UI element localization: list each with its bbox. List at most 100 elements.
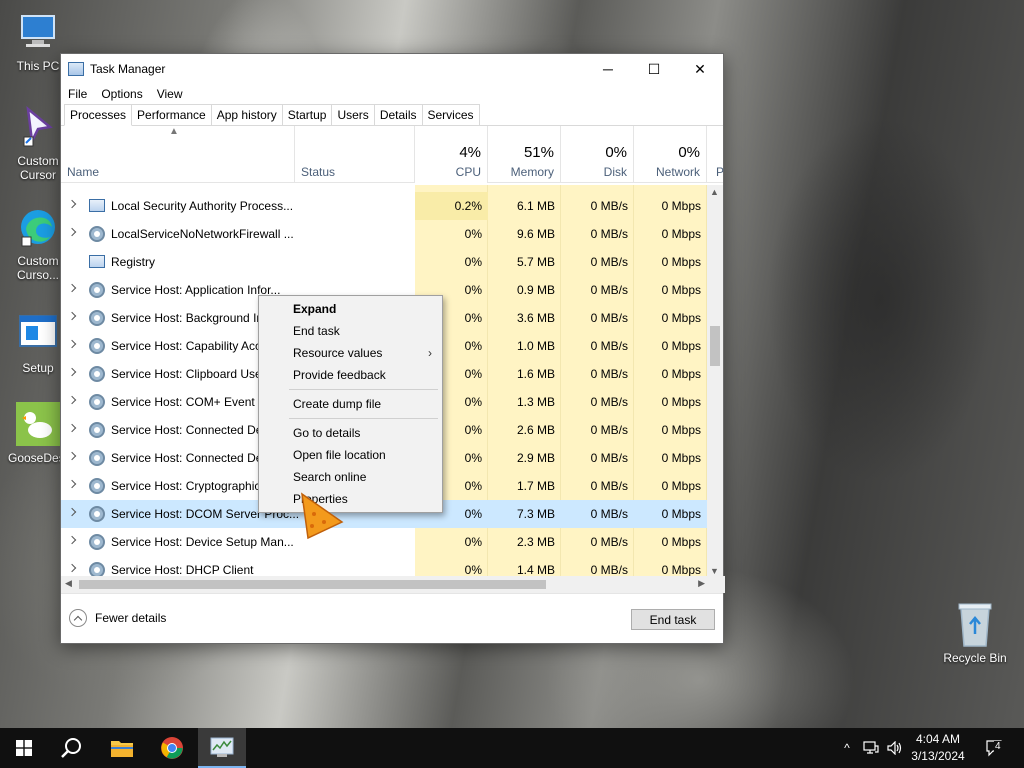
volume-icon[interactable]: [884, 728, 906, 768]
notification-center-button[interactable]: 4: [980, 728, 1010, 768]
cell-memory: 0.9 MB: [516, 283, 555, 297]
gear-icon: [89, 478, 105, 494]
expand-chevron-icon[interactable]: [67, 199, 77, 209]
file-explorer-button[interactable]: [98, 728, 146, 768]
tray-chevron-icon[interactable]: ^: [838, 728, 856, 768]
expand-chevron-icon[interactable]: [67, 283, 77, 293]
menu-item-expand[interactable]: Expand: [293, 299, 336, 319]
desktop-icon-recycle-bin[interactable]: Recycle Bin: [940, 600, 1010, 665]
cell-disk: 0 MB/s: [590, 395, 628, 409]
cell-cpu: 0%: [464, 227, 482, 241]
desktop-icon-label: Custom Curso...: [16, 254, 59, 282]
scroll-down-icon[interactable]: ▼: [710, 566, 719, 576]
desktop-icon-label: GooseDesk: [8, 451, 71, 465]
expand-chevron-icon[interactable]: [67, 311, 77, 321]
hscroll-thumb[interactable]: [79, 580, 546, 589]
close-button[interactable]: ✕: [677, 54, 723, 84]
column-network[interactable]: 0% Network: [634, 126, 707, 183]
tab-users[interactable]: Users: [331, 104, 375, 125]
expand-chevron-icon[interactable]: [67, 479, 77, 489]
search-button[interactable]: [48, 728, 96, 768]
process-name: Service Host: Device Setup Man...: [111, 535, 294, 549]
menu-item-open-file-location[interactable]: Open file location: [293, 445, 386, 465]
expand-chevron-icon[interactable]: [67, 395, 77, 405]
chrome-icon: [161, 737, 183, 759]
process-name: Service Host: DHCP Client: [111, 563, 254, 577]
cell-network: 0 Mbps: [661, 255, 701, 269]
vertical-scrollbar[interactable]: ▲ ▼: [707, 185, 723, 578]
menu-item-go-to-details[interactable]: Go to details: [293, 423, 360, 443]
tab-app-history[interactable]: App history: [210, 104, 283, 125]
table-row[interactable]: Service Host: Device Setup Man... 0% 2.3 M…: [61, 528, 709, 556]
cell-memory: 1.3 MB: [516, 395, 555, 409]
expand-chevron-icon[interactable]: [67, 507, 77, 517]
desktop-icon-goosedesk[interactable]: GooseDesk: [8, 402, 71, 465]
table-row[interactable]: Local Security Authority Process... 0.2% 6…: [61, 192, 709, 220]
start-button[interactable]: [0, 728, 48, 768]
column-status[interactable]: Status: [295, 126, 415, 183]
expand-chevron-icon[interactable]: [67, 451, 77, 461]
menu-item-end-task[interactable]: End task: [293, 321, 340, 341]
chrome-button[interactable]: [148, 728, 196, 768]
desktop-icon-label: Custom Cursor: [17, 154, 59, 182]
cell-disk: 0 MB/s: [590, 451, 628, 465]
expand-chevron-icon[interactable]: [67, 535, 77, 545]
table-row[interactable]: Registry 0% 5.7 MB 0 MB/s 0 Mbps: [61, 248, 709, 276]
menu-options[interactable]: Options: [100, 87, 149, 101]
cell-network: 0 Mbps: [661, 339, 701, 353]
desktop-icon-custom-cursor[interactable]: Custom Cursor: [8, 105, 68, 182]
process-name: Service Host: Cryptographic: [111, 479, 261, 493]
goose-icon: [16, 402, 60, 446]
menu-file[interactable]: File: [67, 87, 94, 101]
expand-chevron-icon[interactable]: [67, 563, 77, 573]
expand-chevron-icon[interactable]: [67, 423, 77, 433]
desktop-icon-setup[interactable]: Setup: [8, 312, 68, 375]
desktop-icon-this-pc[interactable]: This PC: [8, 10, 68, 73]
cell-disk: 0 MB/s: [590, 479, 628, 493]
tab-bar: Processes Performance App history Startu…: [61, 104, 723, 126]
column-name[interactable]: Name: [61, 126, 295, 183]
end-task-button[interactable]: End task: [631, 609, 715, 630]
cell-network: 0 Mbps: [661, 563, 701, 577]
cell-disk: 0 MB/s: [590, 563, 628, 577]
scroll-left-icon[interactable]: ◀: [65, 578, 72, 589]
horizontal-scrollbar[interactable]: ◀ ▶: [61, 576, 725, 593]
table-row[interactable]: LocalServiceNoNetworkFirewall ... 0% 9.6 M…: [61, 220, 709, 248]
column-power-clipped[interactable]: P: [707, 126, 724, 183]
tab-performance[interactable]: Performance: [131, 104, 212, 125]
task-manager-taskbar-button[interactable]: [198, 728, 246, 768]
menu-view[interactable]: View: [156, 87, 190, 101]
maximize-button[interactable]: ☐: [631, 54, 677, 84]
tab-details[interactable]: Details: [373, 104, 423, 125]
tab-processes[interactable]: Processes: [64, 104, 133, 126]
column-cpu[interactable]: 4% CPU: [415, 126, 488, 183]
column-disk[interactable]: 0% Disk: [561, 126, 634, 183]
scroll-thumb[interactable]: [710, 326, 720, 366]
tab-services[interactable]: Services: [421, 104, 480, 125]
notification-count: 4: [994, 741, 1002, 752]
menu-item-search-online[interactable]: Search online: [293, 467, 366, 487]
title-bar[interactable]: Task Manager ─ ☐ ✕: [61, 54, 723, 84]
menu-item-resource-values[interactable]: Resource values: [293, 343, 382, 363]
cell-disk: 0 MB/s: [590, 507, 628, 521]
cell-network: 0 Mbps: [661, 367, 701, 381]
expand-chevron-icon[interactable]: [67, 227, 77, 237]
minimize-button[interactable]: ─: [585, 54, 631, 84]
scroll-up-icon[interactable]: ▲: [710, 187, 719, 197]
cell-network: 0 Mbps: [661, 283, 701, 297]
cell-disk: 0 MB/s: [590, 339, 628, 353]
expand-chevron-icon[interactable]: [67, 339, 77, 349]
process-name: Service Host: Clipboard User: [111, 367, 266, 381]
network-icon[interactable]: [860, 728, 882, 768]
process-name: Registry: [111, 255, 156, 269]
menu-item-provide-feedback[interactable]: Provide feedback: [293, 365, 386, 385]
expand-chevron-icon[interactable]: [67, 367, 77, 377]
fewer-details-link[interactable]: Fewer details: [69, 609, 166, 627]
scroll-right-icon[interactable]: ▶: [698, 578, 705, 589]
menu-item-create-dump-file[interactable]: Create dump file: [293, 394, 381, 414]
column-memory[interactable]: 51% Memory: [488, 126, 561, 183]
desktop-icon-custom-cursor-edge[interactable]: Custom Curso...: [8, 205, 68, 282]
tab-startup[interactable]: Startup: [281, 104, 333, 125]
system-clock[interactable]: 4:04 AM 3/13/2024: [906, 731, 970, 765]
table-row[interactable]: Service Host: DHCP Client 0% 1.4 MB 0 MB/s 0…: [61, 556, 709, 578]
